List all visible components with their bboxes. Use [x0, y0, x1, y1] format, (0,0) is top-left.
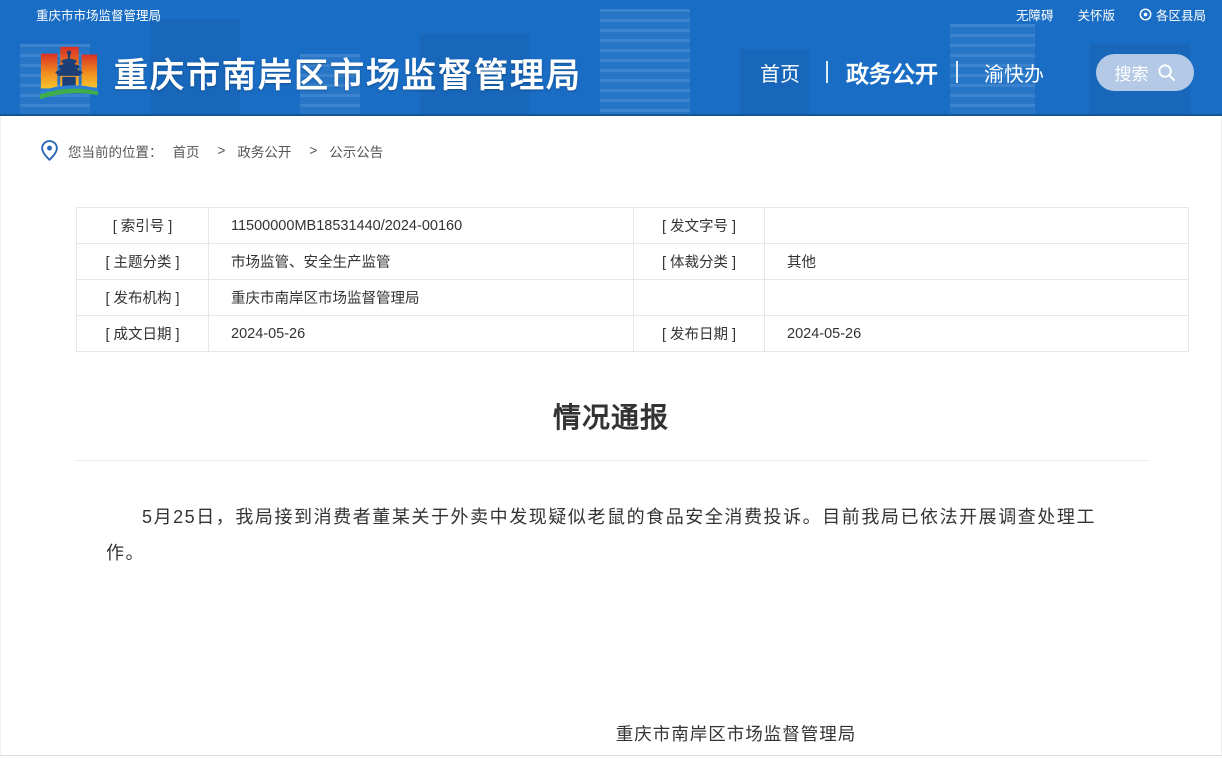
meta-value-topic: 市场监管、安全生产监管 — [209, 244, 634, 280]
table-row: [ 发布机构 ] 重庆市南岸区市场监督管理局 — [77, 280, 1189, 316]
meta-label-doc-no: [ 发文字号 ] — [634, 208, 765, 244]
parent-site-link[interactable]: 重庆市市场监督管理局 — [36, 5, 161, 24]
breadcrumb-separator: > — [218, 143, 226, 158]
nav-item-yukuaiban[interactable]: 渝快办 — [958, 58, 1070, 87]
care-version-link[interactable]: 关怀版 — [1077, 5, 1115, 24]
map-pin-icon — [41, 140, 58, 161]
table-row: [ 成文日期 ] 2024-05-26 [ 发布日期 ] 2024-05-26 — [77, 316, 1189, 352]
breadcrumb-home[interactable]: 首页 — [173, 141, 200, 161]
document-meta-table: [ 索引号 ] 11500000MB18531440/2024-00160 [ … — [76, 207, 1189, 352]
accessibility-link[interactable]: 无障碍 — [1016, 5, 1054, 24]
bureau-logo-icon — [38, 41, 100, 103]
meta-label-empty — [634, 280, 765, 316]
main-nav: 首页 政务公开 渝快办 — [734, 55, 1070, 89]
title-divider — [76, 460, 1150, 461]
district-bureaus-link[interactable]: 各区县局 — [1139, 5, 1206, 24]
meta-label-publisher: [ 发布机构 ] — [77, 280, 209, 316]
breadcrumb-prefix: 您当前的位置： — [68, 141, 163, 161]
meta-value-written-date: 2024-05-26 — [209, 316, 634, 352]
breadcrumb-announcements[interactable]: 公示公告 — [329, 141, 383, 161]
location-circle-icon — [1139, 8, 1152, 21]
meta-value-index-no: 11500000MB18531440/2024-00160 — [209, 208, 634, 244]
page-content: 您当前的位置： 首页 > 政务公开 > 公示公告 [ 索引号 ] 1150000… — [0, 116, 1222, 756]
table-row: [ 主题分类 ] 市场监管、安全生产监管 [ 体裁分类 ] 其他 — [77, 244, 1189, 280]
meta-value-doc-no — [765, 208, 1189, 244]
meta-label-publish-date: [ 发布日期 ] — [634, 316, 765, 352]
signature-block: 重庆市南岸区市场监督管理局 2024年5月26日 — [251, 721, 1221, 758]
nav-item-home[interactable]: 首页 — [734, 58, 826, 87]
signature-agency: 重庆市南岸区市场监督管理局 — [251, 721, 1221, 746]
nav-item-gov-disclosure[interactable]: 政务公开 — [828, 55, 956, 89]
meta-value-publish-date: 2024-05-26 — [765, 316, 1189, 352]
breadcrumb: 您当前的位置： 首页 > 政务公开 > 公示公告 — [1, 116, 1221, 161]
meta-value-genre: 其他 — [765, 244, 1189, 280]
article-title: 情况通报 — [1, 396, 1221, 436]
meta-label-genre: [ 体裁分类 ] — [634, 244, 765, 280]
search-button[interactable]: 搜索 — [1096, 54, 1194, 91]
meta-label-index-no: [ 索引号 ] — [77, 208, 209, 244]
brand-row: 重庆市南岸区市场监督管理局 首页 政务公开 渝快办 搜索 — [0, 28, 1222, 116]
meta-value-empty — [765, 280, 1189, 316]
table-row: [ 索引号 ] 11500000MB18531440/2024-00160 [ … — [77, 208, 1189, 244]
article-body: 5月25日，我局接到消费者董某关于外卖中发现疑似老鼠的食品安全消费投诉。目前我局… — [106, 499, 1096, 571]
magnifier-icon — [1157, 63, 1176, 82]
meta-label-written-date: [ 成文日期 ] — [77, 316, 209, 352]
meta-label-topic: [ 主题分类 ] — [77, 244, 209, 280]
search-button-label: 搜索 — [1115, 60, 1149, 85]
breadcrumb-gov-disclosure[interactable]: 政务公开 — [237, 141, 291, 161]
site-header: 重庆市市场监督管理局 无障碍 关怀版 各区县局 — [0, 0, 1222, 116]
meta-value-publisher: 重庆市南岸区市场监督管理局 — [209, 280, 634, 316]
district-bureaus-label: 各区县局 — [1156, 5, 1206, 24]
breadcrumb-separator: > — [309, 143, 317, 158]
top-utility-bar: 重庆市市场监督管理局 无障碍 关怀版 各区县局 — [0, 0, 1222, 28]
site-title: 重庆市南岸区市场监督管理局 — [114, 48, 582, 97]
